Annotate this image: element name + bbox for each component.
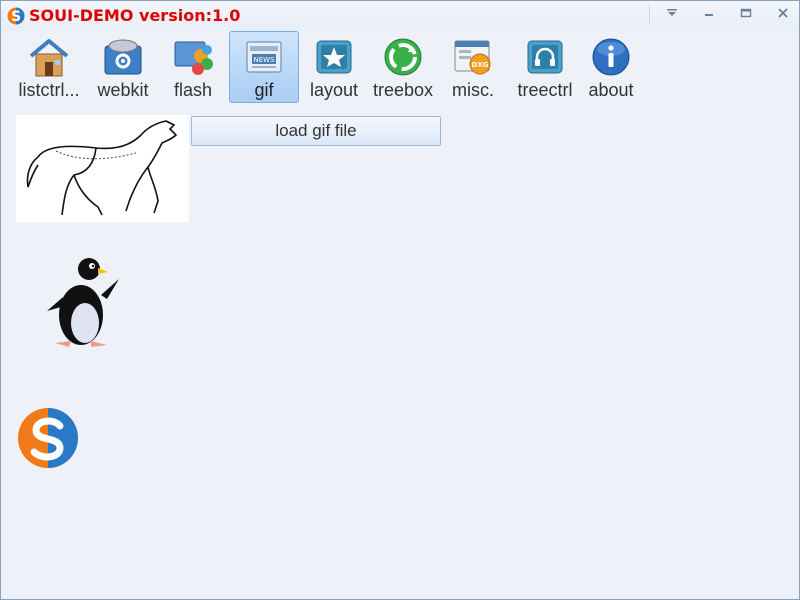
tab-label: listctrl... xyxy=(18,80,80,100)
minimize-button[interactable] xyxy=(693,1,725,25)
svg-text:S: S xyxy=(11,9,21,25)
tab-layout[interactable]: layout xyxy=(299,31,369,103)
tab-webkit[interactable]: webkit xyxy=(89,31,157,103)
menu-dropdown-button[interactable] xyxy=(656,1,688,25)
tab-about[interactable]: about xyxy=(581,31,641,103)
info-icon xyxy=(592,38,630,76)
minimize-icon xyxy=(705,14,713,16)
maximize-icon xyxy=(740,8,752,18)
tab-gif[interactable]: NEWS gif xyxy=(229,31,299,103)
tab-label: webkit xyxy=(97,80,149,100)
headphones-icon xyxy=(527,40,563,74)
news-icon: NEWS xyxy=(246,41,282,73)
window-title: SOUI-DEMO version:1.0 xyxy=(29,6,241,25)
horse-gif-image xyxy=(16,115,189,222)
tab-label: gif xyxy=(254,80,274,100)
app-window: S SOUI-DEMO version:1.0 listctrl... webk… xyxy=(0,0,800,600)
tab-label: flash xyxy=(173,80,213,100)
tab-treectrl[interactable]: treectrl xyxy=(509,31,581,103)
recycle-icon xyxy=(384,38,422,76)
soui-logo-image xyxy=(18,408,78,468)
close-button[interactable] xyxy=(767,1,799,25)
penguin-gif-image xyxy=(47,258,119,347)
cd-gear-icon xyxy=(104,39,142,75)
maximize-button[interactable] xyxy=(730,1,762,25)
app-logo-icon: S xyxy=(7,7,25,25)
tab-misc[interactable]: DXG misc. xyxy=(437,31,509,103)
monitor-circles-icon xyxy=(174,41,213,75)
tab-flash[interactable]: flash xyxy=(157,31,229,103)
tab-label: about xyxy=(588,80,634,100)
title-separator xyxy=(649,5,650,23)
star-frame-icon xyxy=(316,40,352,74)
tab-listctrl[interactable]: listctrl... xyxy=(9,31,89,103)
svg-text:NEWS: NEWS xyxy=(253,56,275,64)
tab-label: treectrl xyxy=(517,80,573,100)
dxg-window-icon: DXG xyxy=(454,40,491,75)
dropdown-icon xyxy=(667,9,677,16)
tab-treebox[interactable]: treebox xyxy=(369,31,437,103)
close-icon xyxy=(778,8,788,18)
tab-label: misc. xyxy=(452,80,494,100)
load-gif-file-button[interactable]: load gif file xyxy=(191,116,441,146)
title-bar[interactable]: S SOUI-DEMO version:1.0 xyxy=(1,1,799,31)
window-controls xyxy=(651,1,799,27)
tab-label: layout xyxy=(309,80,359,100)
house-icon xyxy=(29,39,69,77)
svg-text:DXG: DXG xyxy=(472,61,489,69)
tab-label: treebox xyxy=(372,80,434,100)
main-toolbar: listctrl... webkit flash NEWS gif layout… xyxy=(9,31,641,107)
